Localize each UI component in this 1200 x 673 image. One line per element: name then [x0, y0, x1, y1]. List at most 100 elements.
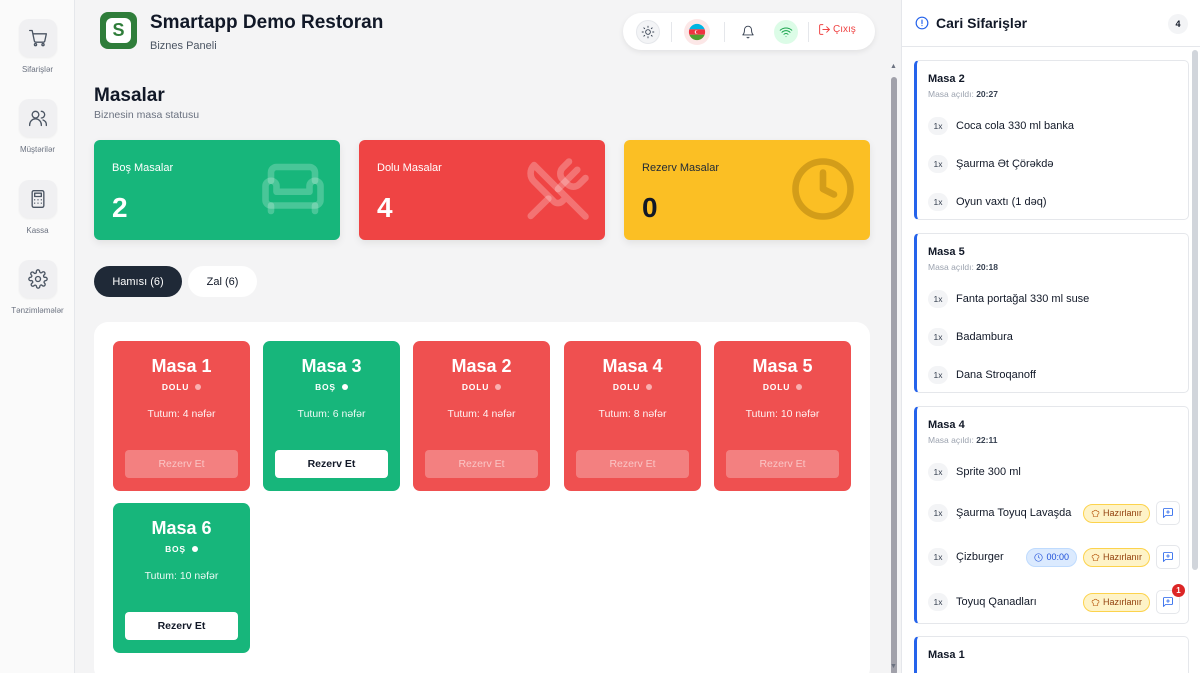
orders-scrollbar[interactable] — [1191, 50, 1199, 673]
scroll-up-arrow-icon[interactable]: ▲ — [890, 63, 897, 70]
preparing-label: Hazırlanır — [1102, 597, 1142, 607]
tables-panel: Masa 1 DOLU Tutum: 4 nəfər Rezerv Et Mas… — [94, 322, 870, 673]
scroll-down-arrow-icon[interactable]: ▼ — [890, 663, 897, 670]
notes-count-badge: 1 — [1172, 584, 1185, 597]
order-item: 1x Şaurma Toyuq Lavaşda Hazırlanır — [928, 501, 1180, 525]
item-name: Çizburger — [956, 551, 1004, 563]
item-qty: 1x — [928, 548, 948, 566]
item-name: Oyun vaxtı (1 dəq) — [956, 196, 1047, 208]
connection-status-button[interactable] — [774, 20, 798, 44]
filter-hall-button[interactable]: Zal (6) — [188, 266, 257, 297]
nav-item-settings[interactable]: Tənzimləmələr — [0, 260, 75, 315]
logout-button[interactable]: Çıxış — [818, 23, 856, 36]
order-card[interactable]: Masa 4 Masa açıldı: 22:11 1x Sprite 300 m… — [914, 406, 1189, 624]
sofa-icon — [262, 163, 324, 215]
order-item: 1x Sprite 300 ml — [928, 461, 1180, 483]
status-label: BOŞ — [165, 544, 186, 554]
order-item: 1x Dana Stroqanoff — [928, 364, 1180, 386]
status-dot — [191, 546, 198, 552]
nav-label: Tənzimləmələr — [11, 306, 64, 315]
filter-all-button[interactable]: Hamısı (6) — [94, 266, 182, 297]
reserve-button[interactable]: Rezerv Et — [125, 450, 238, 478]
item-name: Toyuq Qanadları — [956, 596, 1037, 608]
order-table-name: Masa 5 — [928, 246, 965, 258]
app-logo: S — [100, 12, 137, 49]
table-status: DOLU — [564, 382, 701, 392]
table-name: Masa 1 — [151, 356, 212, 376]
item-qty: 1x — [928, 117, 948, 135]
table-capacity: Tutum: 10 nəfər — [745, 408, 820, 420]
stat-card-empty: Boş Masalar 2 — [94, 140, 340, 240]
order-opened-time: Masa açıldı: 20:27 — [928, 89, 998, 99]
notifications-button[interactable] — [736, 20, 760, 44]
logout-icon — [819, 24, 830, 35]
reserve-button[interactable]: Rezerv Et — [125, 612, 238, 640]
timer-badge: 00:00 — [1026, 547, 1077, 567]
opened-time: 20:18 — [976, 262, 998, 272]
table-name: Masa 4 — [602, 356, 663, 376]
table-card[interactable]: Masa 4 DOLU Tutum: 8 nəfər Rezerv Et — [564, 341, 701, 491]
order-card[interactable]: Masa 1 — [914, 636, 1189, 673]
order-opened-time: Masa açıldı: 22:11 — [928, 435, 997, 445]
nav-label: Müştərilər — [19, 145, 56, 154]
stat-label: Rezerv Masalar — [642, 162, 720, 174]
alert-circle-icon — [915, 16, 929, 30]
order-card[interactable]: Masa 2 Masa açıldı: 20:27 1x Coca cola 33… — [914, 60, 1189, 220]
stat-value: 2 — [112, 192, 128, 223]
bell-icon — [742, 25, 754, 39]
table-card[interactable]: Masa 1 DOLU Tutum: 4 nəfər Rezerv Et — [113, 341, 250, 491]
reserve-button[interactable]: Rezerv Et — [576, 450, 689, 478]
item-name: Dana Stroqanoff — [956, 369, 1036, 381]
item-qty: 1x — [928, 328, 948, 346]
status-dot — [796, 384, 803, 390]
stat-value: 0 — [642, 192, 658, 223]
app-subtitle: Biznes Paneli — [150, 40, 217, 52]
item-qty: 1x — [928, 155, 948, 173]
scrollbar-thumb[interactable] — [1192, 50, 1198, 570]
preparing-badge: Hazırlanır — [1082, 503, 1150, 523]
chef-hat-icon — [1091, 509, 1100, 517]
order-item: 1x Toyuq Qanadları Hazırlanır 1 — [928, 584, 1185, 614]
stat-label: Boş Masalar — [112, 162, 174, 174]
order-table-name: Masa 2 — [928, 73, 965, 85]
language-button[interactable] — [684, 19, 710, 45]
scrollbar-thumb[interactable] — [891, 77, 897, 673]
status-label: DOLU — [161, 382, 190, 392]
preparing-badge: Hazırlanır — [1082, 592, 1150, 612]
current-orders-panel: Cari Sifarişlər 4 Masa 2 Masa açıldı: 20… — [901, 0, 1200, 673]
nav-label: Kassa — [26, 226, 49, 235]
add-note-button[interactable] — [1156, 545, 1180, 569]
table-card[interactable]: Masa 5 DOLU Tutum: 10 nəfər Rezerv Et — [714, 341, 851, 491]
order-item: 1x Coca cola 330 ml banka — [928, 115, 1180, 137]
chef-hat-icon — [1091, 598, 1100, 606]
table-card[interactable]: Masa 6 BOŞ Tutum: 10 nəfər Rezerv Et — [113, 503, 250, 653]
azerbaijan-flag-icon — [688, 23, 706, 41]
table-card[interactable]: Masa 3 BOŞ Tutum: 6 nəfər Rezerv Et — [263, 341, 400, 491]
divider — [808, 22, 809, 42]
theme-toggle-button[interactable] — [636, 20, 660, 44]
reserve-button[interactable]: Rezerv Et — [275, 450, 388, 478]
chef-hat-icon — [1091, 553, 1100, 561]
nav-item-orders[interactable]: Sifarişlər — [0, 19, 75, 74]
nav-item-customers[interactable]: Müştərilər — [0, 99, 75, 154]
preparing-label: Hazırlanır — [1102, 508, 1142, 518]
main-scrollbar[interactable]: ▲ ▼ — [889, 63, 898, 673]
reserve-button[interactable]: Rezerv Et — [425, 450, 538, 478]
opened-time: 22:11 — [976, 435, 998, 445]
item-name: Şaurma Toyuq Lavaşda — [956, 507, 1072, 519]
table-capacity: Tutum: 4 nəfər — [147, 408, 216, 420]
table-status: BOŞ — [263, 382, 400, 392]
add-note-button[interactable] — [1156, 501, 1180, 525]
table-status: BOŞ — [113, 544, 250, 554]
order-card[interactable]: Masa 5 Masa açıldı: 20:18 1x Fanta portağ… — [914, 233, 1189, 393]
order-opened-time: Masa açıldı: 20:18 — [928, 262, 998, 272]
nav-item-cashier[interactable]: Kassa — [0, 180, 75, 235]
nav-label: Sifarişlər — [21, 65, 54, 74]
item-qty: 1x — [928, 193, 948, 211]
order-item: 1x Çizburger 00:00 Hazırlanır — [928, 545, 1180, 569]
table-card[interactable]: Masa 2 DOLU Tutum: 4 nəfər Rezerv Et — [413, 341, 550, 491]
item-name: Fanta portağal 330 ml suse — [956, 293, 1090, 305]
table-capacity: Tutum: 8 nəfər — [598, 408, 667, 420]
add-note-button[interactable]: 1 — [1156, 584, 1185, 614]
reserve-button[interactable]: Rezerv Et — [726, 450, 839, 478]
